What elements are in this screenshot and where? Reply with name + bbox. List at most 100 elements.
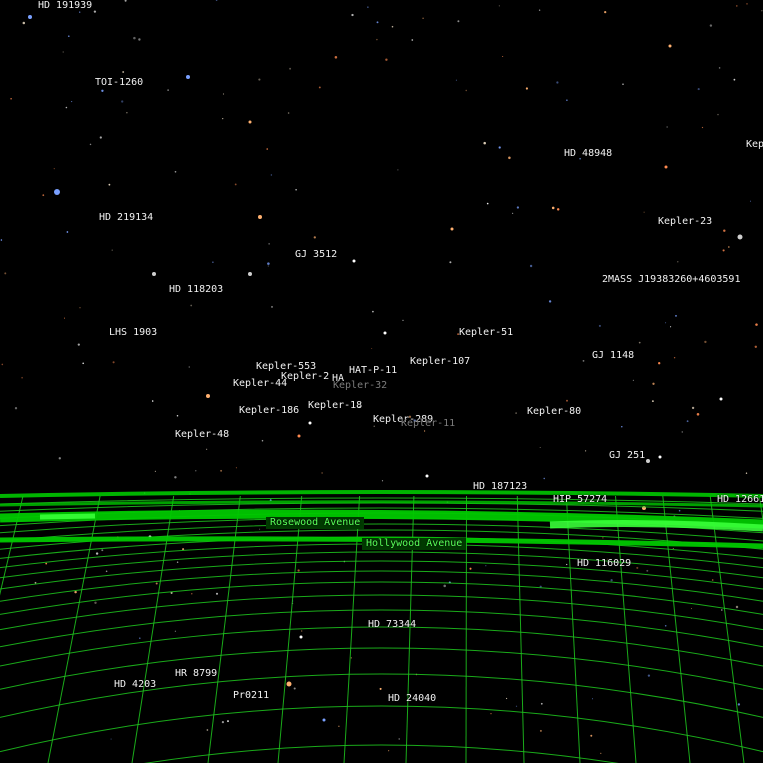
star <box>691 406 695 410</box>
star <box>749 200 752 202</box>
star <box>235 467 237 469</box>
star-label-kepler-48[interactable]: Kepler-48 <box>175 429 229 441</box>
street-label-hollywood-avenue[interactable]: Hollywood Avenue <box>362 538 467 550</box>
star <box>182 548 185 551</box>
star <box>508 156 511 160</box>
star <box>261 439 264 442</box>
star <box>321 472 323 474</box>
star <box>720 609 723 611</box>
star-label-hd-48948[interactable]: HD 48948 <box>564 148 612 160</box>
star-label-pr0211[interactable]: Pr0211 <box>233 690 269 702</box>
star <box>647 674 651 677</box>
star <box>45 562 48 565</box>
star-label-hd-118203[interactable]: HD 118203 <box>169 284 223 296</box>
star <box>551 206 555 210</box>
star <box>10 98 12 100</box>
star <box>62 51 64 53</box>
star <box>258 78 261 81</box>
star-label-2mass-j19383260[interactable]: 2MASS J19383260+4603591 <box>602 274 740 286</box>
grid-line <box>0 495 24 596</box>
star-label-hd-24040[interactable]: HD 24040 <box>388 693 436 705</box>
star-label-kepler-11[interactable]: Kepler-11 <box>401 418 455 430</box>
star <box>566 399 568 402</box>
star-label-kepler-51[interactable]: Kepler-51 <box>459 327 513 339</box>
grid-line <box>465 495 467 763</box>
star-label-kepler-23[interactable]: Kepler-23 <box>658 216 712 228</box>
star <box>425 474 429 478</box>
star-label-hip-57274[interactable]: HIP 57274 <box>553 494 607 506</box>
star <box>215 0 218 1</box>
star <box>718 67 721 69</box>
star-label-hd-187123[interactable]: HD 187123 <box>473 481 527 493</box>
star-label-toi-1260[interactable]: TOI-1260 <box>95 77 143 89</box>
star <box>124 0 127 2</box>
star <box>675 315 677 317</box>
star <box>450 227 454 231</box>
star <box>212 261 214 263</box>
star-label-gj-1148[interactable]: GJ 1148 <box>592 350 634 362</box>
star-label-hd-219134[interactable]: HD 219134 <box>99 212 153 224</box>
star <box>110 738 112 740</box>
star <box>584 450 587 452</box>
star-label-hd-4203[interactable]: HD 4203 <box>114 679 156 691</box>
star <box>176 415 179 417</box>
star-label-hd-73344[interactable]: HD 73344 <box>368 619 416 631</box>
star <box>506 697 508 700</box>
star-label-gj-3512[interactable]: GJ 3512 <box>295 249 337 261</box>
star <box>717 113 719 116</box>
star-label-hd-191939[interactable]: HD 191939 <box>38 0 92 12</box>
star-label-kep-edge[interactable]: Kep <box>746 139 763 151</box>
star-label-hr-8799[interactable]: HR 8799 <box>175 668 217 680</box>
star-label-kepler-107[interactable]: Kepler-107 <box>410 356 470 368</box>
star <box>379 687 382 690</box>
star <box>670 326 672 328</box>
star <box>590 734 593 737</box>
star <box>176 561 179 564</box>
star <box>94 601 97 605</box>
star <box>95 552 99 555</box>
star <box>227 720 229 723</box>
star <box>722 249 725 252</box>
star <box>422 17 424 20</box>
star <box>222 93 225 95</box>
star <box>376 38 378 41</box>
star <box>701 126 704 129</box>
star <box>1 363 4 366</box>
star <box>638 341 641 344</box>
star <box>402 319 404 321</box>
star <box>604 10 607 14</box>
star-label-hat-p-11[interactable]: HAT-P-11 <box>349 365 397 377</box>
star <box>697 88 700 91</box>
star-label-kepler-18[interactable]: Kepler-18 <box>308 400 362 412</box>
star-label-hd-12661[interactable]: HD 12661 <box>717 494 763 506</box>
grid-line <box>565 495 581 763</box>
star-label-gj-251[interactable]: GJ 251 <box>609 450 645 462</box>
star <box>582 359 585 362</box>
star-label-kepler-32[interactable]: Kepler-32 <box>333 380 387 392</box>
street-label-rosewood-avenue[interactable]: Rosewood Avenue <box>266 517 365 529</box>
star <box>71 101 73 103</box>
star <box>443 584 446 588</box>
street-band <box>0 490 763 498</box>
star <box>723 229 726 232</box>
star <box>610 579 613 582</box>
star <box>398 738 400 740</box>
star <box>636 566 639 569</box>
star <box>737 703 741 706</box>
star <box>191 593 193 595</box>
star <box>42 194 45 197</box>
star-label-kepler-186[interactable]: Kepler-186 <box>239 405 299 417</box>
star-label-kepler-2-partial[interactable]: Kepler-2 <box>281 371 329 383</box>
star-label-hd-116029[interactable]: HD 116029 <box>577 558 631 570</box>
star-label-kepler-44-partial[interactable]: Kepler-44 <box>233 378 287 390</box>
star <box>538 9 541 11</box>
star-label-kepler-80[interactable]: Kepler-80 <box>527 406 581 418</box>
star <box>397 169 399 171</box>
star <box>174 630 177 632</box>
star <box>540 702 543 705</box>
street-band <box>39 513 96 520</box>
star <box>465 89 467 92</box>
star-label-lhs-1903[interactable]: LHS 1903 <box>109 327 157 339</box>
star <box>502 56 504 57</box>
star <box>761 10 763 12</box>
